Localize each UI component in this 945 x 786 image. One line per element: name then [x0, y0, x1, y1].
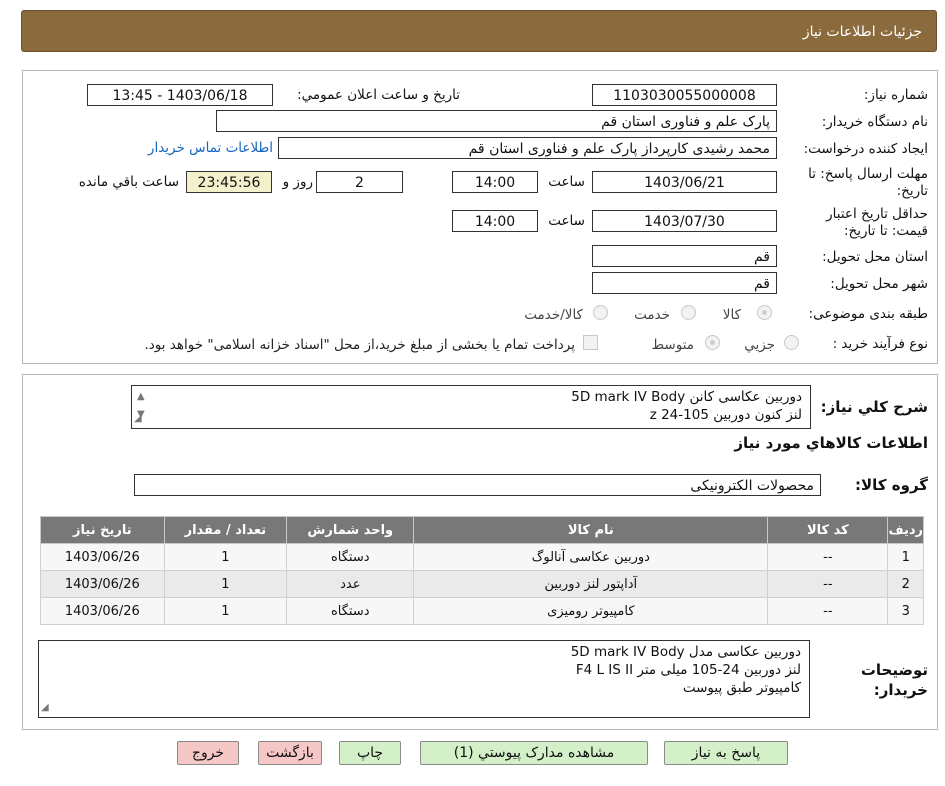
deadline-label-text: مهلت ارسال پاسخ: تا تاريخ:: [808, 166, 928, 199]
province-label: استان محل تحویل:: [822, 249, 928, 265]
cell-code: --: [767, 570, 889, 598]
table-row: 3 -- کامپیوتر رومیزی دستگاه 1 1403/06/26: [40, 597, 924, 625]
cell-unit: دستگاه: [286, 543, 415, 571]
cell-date: 1403/06/26: [40, 543, 165, 571]
validity-time-label: ساعت: [548, 213, 585, 229]
summary-textarea[interactable]: دوربین عکاسی کانن 5D mark IV Body لنز کن…: [131, 385, 811, 429]
buyer-notes-line-2: لنز دوربین 24-105 میلی متر F4 L IS II: [575, 662, 801, 678]
purchase-radio-medium[interactable]: [705, 335, 720, 350]
purchase-option-partial: جزيي: [744, 337, 775, 353]
cell-index: 3: [887, 597, 924, 625]
cell-name: دوربین عکاسی آنالوگ: [413, 543, 769, 571]
treasury-payment-checkbox[interactable]: [583, 335, 598, 350]
announce-label: تاریخ و ساعت اعلان عمومي:: [297, 87, 460, 103]
validity-time-field: 14:00: [452, 210, 538, 232]
cell-name: آداپتور لنز دوربین: [413, 570, 769, 598]
buyer-org-label: نام دستگاه خريدار:: [821, 114, 928, 130]
print-button[interactable]: چاپ: [339, 741, 401, 765]
page-title: جزئیات اطلاعات نیاز: [802, 24, 922, 40]
cell-qty: 1: [163, 597, 288, 625]
goods-group-label: گروه کالا:: [855, 476, 928, 494]
cell-index: 2: [887, 570, 924, 598]
remaining-time-field: 23:45:56: [186, 171, 272, 193]
buyer-notes-line-3: کامپیوتر طبق پیوست: [682, 680, 801, 696]
province-field: قم: [592, 245, 777, 267]
announce-field: 1403/06/18 - 13:45: [87, 84, 273, 106]
remaining-time-label: ساعت باقي مانده: [78, 174, 179, 190]
table-row: 1 -- دوربین عکاسی آنالوگ دستگاه 1 1403/0…: [40, 543, 924, 571]
cell-code: --: [767, 597, 889, 625]
col-header-code: کد کالا: [767, 516, 889, 544]
back-button[interactable]: بازگشت: [258, 741, 322, 765]
deadline-days-label: روز و: [282, 174, 313, 190]
requester-label: ایجاد کننده درخواست:: [803, 141, 928, 157]
summary-line-1: دوربین عکاسی کانن 5D mark IV Body: [571, 389, 802, 405]
buyer-org-field: پارک علم و فناوری استان قم: [216, 110, 777, 132]
table-row: 2 -- آداپتور لنز دوربین عدد 1 1403/06/26: [40, 570, 924, 598]
page-header: جزئیات اطلاعات نیاز: [21, 10, 937, 52]
validity-date-field: 1403/07/30: [592, 210, 777, 232]
cell-date: 1403/06/26: [40, 597, 165, 625]
cell-unit: عدد: [286, 570, 415, 598]
buyer-notes-line-1: دوربین عکاسی مدل 5D mark IV Body: [570, 644, 801, 660]
goods-table-wrapper: رديف کد کالا نام کالا واحد شمارش تعداد /…: [40, 516, 924, 632]
summary-label: شرح كلي نياز:: [820, 398, 928, 416]
category-label: طبقه بندی موضوعی:: [808, 306, 928, 322]
purchase-radio-partial[interactable]: [784, 335, 799, 350]
need-number-label: شماره نیاز:: [863, 87, 928, 103]
goods-group-field: محصولات الکترونیکی: [134, 474, 821, 496]
treasury-payment-note: پرداخت تمام یا بخشی از مبلغ خرید،از محل …: [144, 337, 575, 353]
deadline-time-label: ساعت: [548, 174, 585, 190]
table-header-row: رديف کد کالا نام کالا واحد شمارش تعداد /…: [40, 516, 924, 544]
buyer-notes-label: توضیحات خریدار:: [848, 660, 928, 700]
reply-button[interactable]: پاسخ به نياز: [664, 741, 788, 765]
category-option-goods: کالا: [722, 307, 741, 323]
buyer-notes-textarea[interactable]: دوربین عکاسی مدل 5D mark IV Body لنز دور…: [38, 640, 810, 718]
goods-table: رديف کد کالا نام کالا واحد شمارش تعداد /…: [40, 516, 924, 625]
city-field: قم: [592, 272, 777, 294]
cell-unit: دستگاه: [286, 597, 415, 625]
cell-qty: 1: [163, 543, 288, 571]
buyer-contact-link[interactable]: اطلاعات تماس خریدار: [148, 140, 273, 156]
col-header-date: تاریخ نیاز: [40, 516, 165, 544]
category-option-goods-service: کالا/خدمت: [524, 307, 583, 323]
city-label: شهر محل تحویل:: [830, 276, 928, 292]
purchase-option-medium: متوسط: [651, 337, 694, 353]
deadline-time-field: 14:00: [452, 171, 538, 193]
requester-field: محمد رشیدی کارپرداز پارک علم و فناوری اس…: [278, 137, 777, 159]
cell-date: 1403/06/26: [40, 570, 165, 598]
validity-label: حداقل تاريخ اعتبار قيمت: تا تاريخ:: [798, 206, 928, 240]
exit-button[interactable]: خروج: [177, 741, 239, 765]
category-radio-goods[interactable]: [757, 305, 772, 320]
cell-index: 1: [887, 543, 924, 571]
col-header-name: نام کالا: [413, 516, 769, 544]
purchase-type-label: نوع فرآیند خرید :: [832, 336, 928, 352]
col-header-unit: واحد شمارش: [286, 516, 415, 544]
view-attachments-button[interactable]: مشاهده مدارک پيوستي (1): [420, 741, 648, 765]
cell-code: --: [767, 543, 889, 571]
deadline-days-field: 2: [316, 171, 403, 193]
goods-section-title: اطلاعات كالاهاي مورد نياز: [734, 434, 928, 452]
category-radio-goods-service[interactable]: [593, 305, 608, 320]
deadline-date-field: 1403/06/21: [592, 171, 777, 193]
summary-line-2: لنز کنون دوربین 105-24 z: [649, 407, 802, 423]
resize-grip-icon[interactable]: ◢: [134, 410, 142, 428]
category-option-service: خدمت: [634, 307, 670, 323]
col-header-qty: تعداد / مقدار: [163, 516, 288, 544]
category-radio-service[interactable]: [681, 305, 696, 320]
need-number-field: 1103030055000008: [592, 84, 777, 106]
resize-grip-icon[interactable]: ◢: [41, 699, 49, 717]
validity-label-text: حداقل تاريخ اعتبار قيمت: تا تاريخ:: [826, 206, 928, 239]
deadline-label: مهلت ارسال پاسخ: تا تاريخ:: [788, 166, 928, 200]
col-header-index: رديف: [887, 516, 924, 544]
cell-qty: 1: [163, 570, 288, 598]
buyer-notes-label-text: توضیحات خریدار:: [860, 661, 928, 699]
cell-name: کامپیوتر رومیزی: [413, 597, 769, 625]
